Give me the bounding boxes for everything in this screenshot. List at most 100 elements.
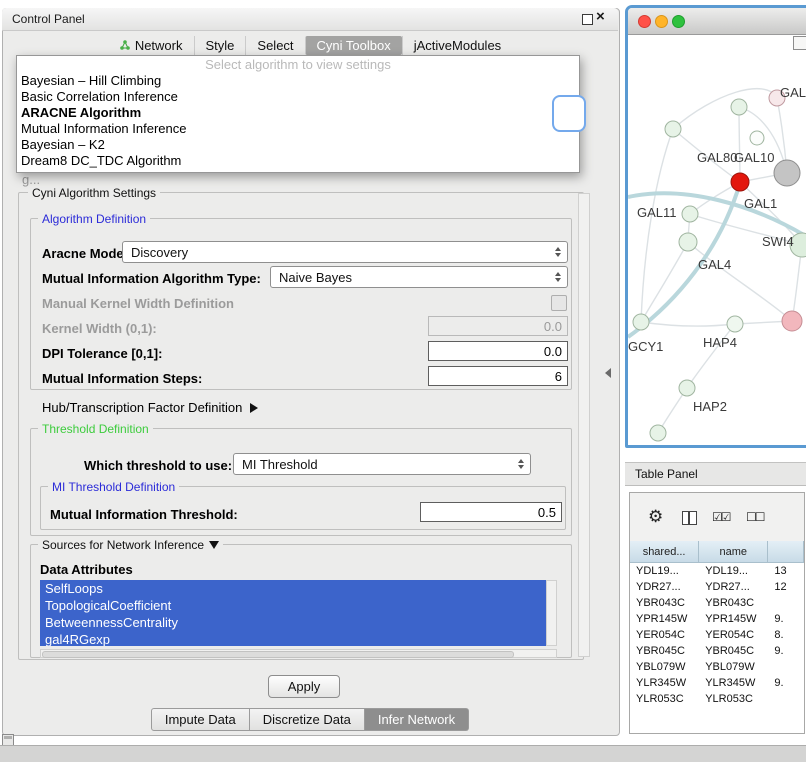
close-traffic-light-icon[interactable] <box>638 15 651 28</box>
node[interactable] <box>633 314 649 330</box>
node-gray[interactable] <box>774 160 800 186</box>
node[interactable] <box>682 206 698 222</box>
table-row[interactable]: YPR145W YPR145W 9. <box>630 611 804 627</box>
mi-threshold-label: Mutual Information Threshold: <box>50 507 238 522</box>
column-header[interactable] <box>768 541 804 563</box>
tab-network-label: Network <box>135 38 183 53</box>
control-panel-titlebar[interactable] <box>2 8 618 31</box>
hub-definition-label: Hub/Transcription Factor Definition <box>42 400 242 415</box>
algorithm-option[interactable]: Bayesian – Hill Climbing <box>17 73 579 89</box>
data-attributes-list[interactable]: SelfLoops TopologicalCoefficient Between… <box>40 580 546 646</box>
list-item[interactable]: BetweennessCentrality <box>40 614 546 631</box>
node-label: GCY1 <box>628 339 663 354</box>
kernel-width-label: Kernel Width (0,1): <box>42 321 157 336</box>
node-label: HAP2 <box>693 399 727 414</box>
settings-vertical-scrollbar[interactable] <box>578 193 590 657</box>
network-window-titlebar[interactable] <box>628 8 806 35</box>
dpi-tolerance-field[interactable] <box>428 341 568 361</box>
algorithm-option-selected[interactable]: ARACNE Algorithm <box>17 105 579 121</box>
node-label: GAL11 <box>637 205 677 220</box>
which-threshold-select[interactable]: MI Threshold <box>233 453 531 475</box>
table-row[interactable]: YDL19... YDL19... 13 <box>630 563 804 579</box>
hub-definition-toggle[interactable]: Hub/Transcription Factor Definition <box>42 400 258 415</box>
algorithm-popup-placeholder: Select algorithm to view settings <box>17 56 579 73</box>
table-header: shared... name <box>630 541 804 563</box>
algorithm-option[interactable]: Basic Correlation Inference <box>17 89 579 105</box>
tab-select[interactable]: Select <box>245 36 304 55</box>
tab-jactivemodules[interactable]: jActiveModules <box>402 36 512 55</box>
mi-steps-field[interactable] <box>428 366 568 386</box>
tab-discretize-data[interactable]: Discretize Data <box>250 708 365 731</box>
aracne-mode-select[interactable]: Discovery <box>122 241 568 263</box>
algorithm-option[interactable]: Mutual Information Inference <box>17 121 579 137</box>
attributes-horizontal-scrollbar[interactable] <box>40 649 557 658</box>
mi-algorithm-type-label: Mutual Information Algorithm Type: <box>42 271 261 286</box>
node[interactable] <box>679 380 695 396</box>
tab-network[interactable]: Network <box>108 36 194 55</box>
table-row[interactable]: YBL079W YBL079W <box>630 659 804 675</box>
table-row[interactable]: YLR345W YLR345W 9. <box>630 675 804 691</box>
tab-infer-network[interactable]: Infer Network <box>365 708 469 731</box>
column-header[interactable]: name <box>699 541 768 563</box>
node-label: SWI4 <box>762 234 794 249</box>
mi-threshold-field[interactable] <box>420 502 562 522</box>
mi-threshold-group-title: MI Threshold Definition <box>48 480 179 494</box>
aracne-mode-value: Discovery <box>131 245 188 260</box>
table-toolbar: ⚙ ☑☑ ☐☐ <box>630 493 804 542</box>
aracne-mode-label: Aracne Mode: <box>42 246 128 261</box>
scrollbar-thumb[interactable] <box>42 651 514 658</box>
table-row[interactable]: YER054C YER054C 8. <box>630 627 804 643</box>
combo-arrows-icon <box>555 272 561 282</box>
table-row[interactable]: YDR27... YDR27... 12 <box>630 579 804 595</box>
list-item[interactable]: TopologicalCoefficient <box>40 597 546 614</box>
tab-impute-data[interactable]: Impute Data <box>151 708 250 731</box>
float-window-icon[interactable] <box>582 14 593 25</box>
table-panel-titlebar[interactable]: Table Panel <box>625 462 806 486</box>
zoom-traffic-light-icon[interactable] <box>672 15 685 28</box>
cyni-algorithm-settings-title: Cyni Algorithm Settings <box>28 186 160 200</box>
gear-icon[interactable]: ⚙ <box>648 507 663 527</box>
node-label: GAL80 <box>697 150 737 165</box>
control-panel-tabs: Network Style Select Cyni Toolbox jActiv… <box>2 34 618 56</box>
deselect-all-icon[interactable]: ☐☐ <box>746 510 764 524</box>
node[interactable] <box>727 316 743 332</box>
tab-style[interactable]: Style <box>194 36 246 55</box>
focused-field-fragment <box>552 95 586 132</box>
close-icon[interactable]: × <box>596 9 605 24</box>
tab-cyni-toolbox[interactable]: Cyni Toolbox <box>305 36 402 55</box>
table-row[interactable]: YBR045C YBR045C 9. <box>630 643 804 659</box>
node-gal10-red[interactable] <box>731 173 749 191</box>
columns-icon[interactable] <box>682 511 697 525</box>
screen: Control Panel × Network Style Select Cyn… <box>0 0 806 762</box>
mi-algorithm-type-value: Naive Bayes <box>279 270 352 285</box>
list-item[interactable]: gal4RGexp <box>40 631 546 646</box>
table-panel-body: ⚙ ☑☑ ☐☐ shared... name YDL19... YDL19...… <box>629 492 805 734</box>
manual-kernel-width-label: Manual Kernel Width Definition <box>42 296 234 311</box>
algorithm-option[interactable]: Bayesian – K2 <box>17 137 579 153</box>
list-item[interactable]: SelfLoops <box>40 580 546 597</box>
mi-algorithm-type-select[interactable]: Naive Bayes <box>270 266 568 288</box>
node[interactable] <box>650 425 666 441</box>
overview-toggle-icon[interactable] <box>793 36 806 50</box>
apply-button[interactable]: Apply <box>268 675 340 698</box>
node-label: GAL8 <box>780 85 806 100</box>
manual-kernel-width-checkbox[interactable] <box>551 295 567 311</box>
table-row[interactable]: YLR053C YLR053C <box>630 691 804 704</box>
select-all-icon[interactable]: ☑☑ <box>712 510 730 524</box>
threshold-definition-title: Threshold Definition <box>38 422 153 436</box>
splitter-collapse-icon[interactable] <box>605 368 611 378</box>
column-header[interactable]: shared... <box>630 541 699 563</box>
node[interactable] <box>731 99 747 115</box>
sources-toggle[interactable]: Sources for Network Inference <box>38 538 223 552</box>
node[interactable] <box>665 121 681 137</box>
algorithm-definition-title: Algorithm Definition <box>38 212 150 226</box>
node[interactable] <box>679 233 697 251</box>
attributes-vertical-scrollbar[interactable] <box>546 580 557 646</box>
minimize-traffic-light-icon[interactable] <box>655 15 668 28</box>
node[interactable] <box>750 131 764 145</box>
kernel-width-field[interactable] <box>428 316 568 336</box>
node-pink[interactable] <box>782 311 802 331</box>
table-row[interactable]: YBR043C YBR043C <box>630 595 804 611</box>
network-canvas[interactable]: GAL8 GAL80 GAL10 GAL11 GAL1 SWI4 GAL4 GC… <box>628 35 806 445</box>
algorithm-option[interactable]: Dream8 DC_TDC Algorithm <box>17 153 579 169</box>
